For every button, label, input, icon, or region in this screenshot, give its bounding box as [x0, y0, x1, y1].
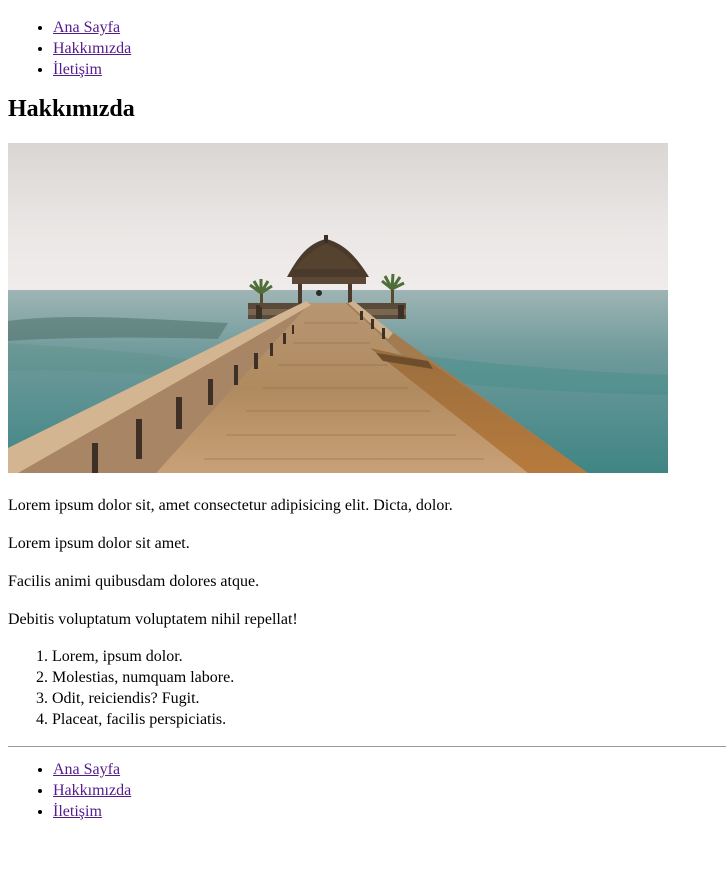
nav-item-about: Hakkımızda: [53, 780, 718, 801]
beach-pier-photo: [8, 143, 668, 473]
nav-link-about[interactable]: Hakkımızda: [53, 782, 131, 799]
list-item: Molestias, numquam labore.: [52, 667, 718, 688]
nav-link-home[interactable]: Ana Sayfa: [53, 761, 120, 778]
paragraph-3: Facilis animi quibusdam dolores atque.: [8, 573, 260, 590]
nav-item-home: Ana Sayfa: [53, 17, 718, 38]
nav-link-contact[interactable]: İletişim: [53, 803, 102, 820]
nav-item-about: Hakkımızda: [53, 38, 718, 59]
list-item: Lorem, ipsum dolor.: [52, 646, 718, 667]
nav-item-home: Ana Sayfa: [53, 759, 718, 780]
page-title: Hakkımızda: [8, 96, 135, 122]
ordered-list: Lorem, ipsum dolor. Molestias, numquam l…: [8, 646, 718, 730]
page: Ana Sayfa Hakkımızda İletişim Hakkımızda: [0, 17, 726, 822]
paragraph-4: Debitis voluptatum voluptatem nihil repe…: [8, 611, 298, 628]
bottom-nav: Ana Sayfa Hakkımızda İletişim: [8, 759, 718, 822]
top-nav: Ana Sayfa Hakkımızda İletişim: [8, 17, 718, 80]
paragraph-2: Lorem ipsum dolor sit amet.: [8, 535, 190, 552]
list-item: Odit, reiciendis? Fugit.: [52, 688, 718, 709]
list-item: Placeat, facilis perspiciatis.: [52, 709, 718, 730]
nav-item-contact: İletişim: [53, 59, 718, 80]
nav-link-about[interactable]: Hakkımızda: [53, 40, 131, 57]
nav-link-contact[interactable]: İletişim: [53, 61, 102, 78]
paragraph-1: Lorem ipsum dolor sit, amet consectetur …: [8, 497, 453, 514]
divider: [8, 746, 726, 747]
nav-item-contact: İletişim: [53, 801, 718, 822]
nav-link-home[interactable]: Ana Sayfa: [53, 19, 120, 36]
